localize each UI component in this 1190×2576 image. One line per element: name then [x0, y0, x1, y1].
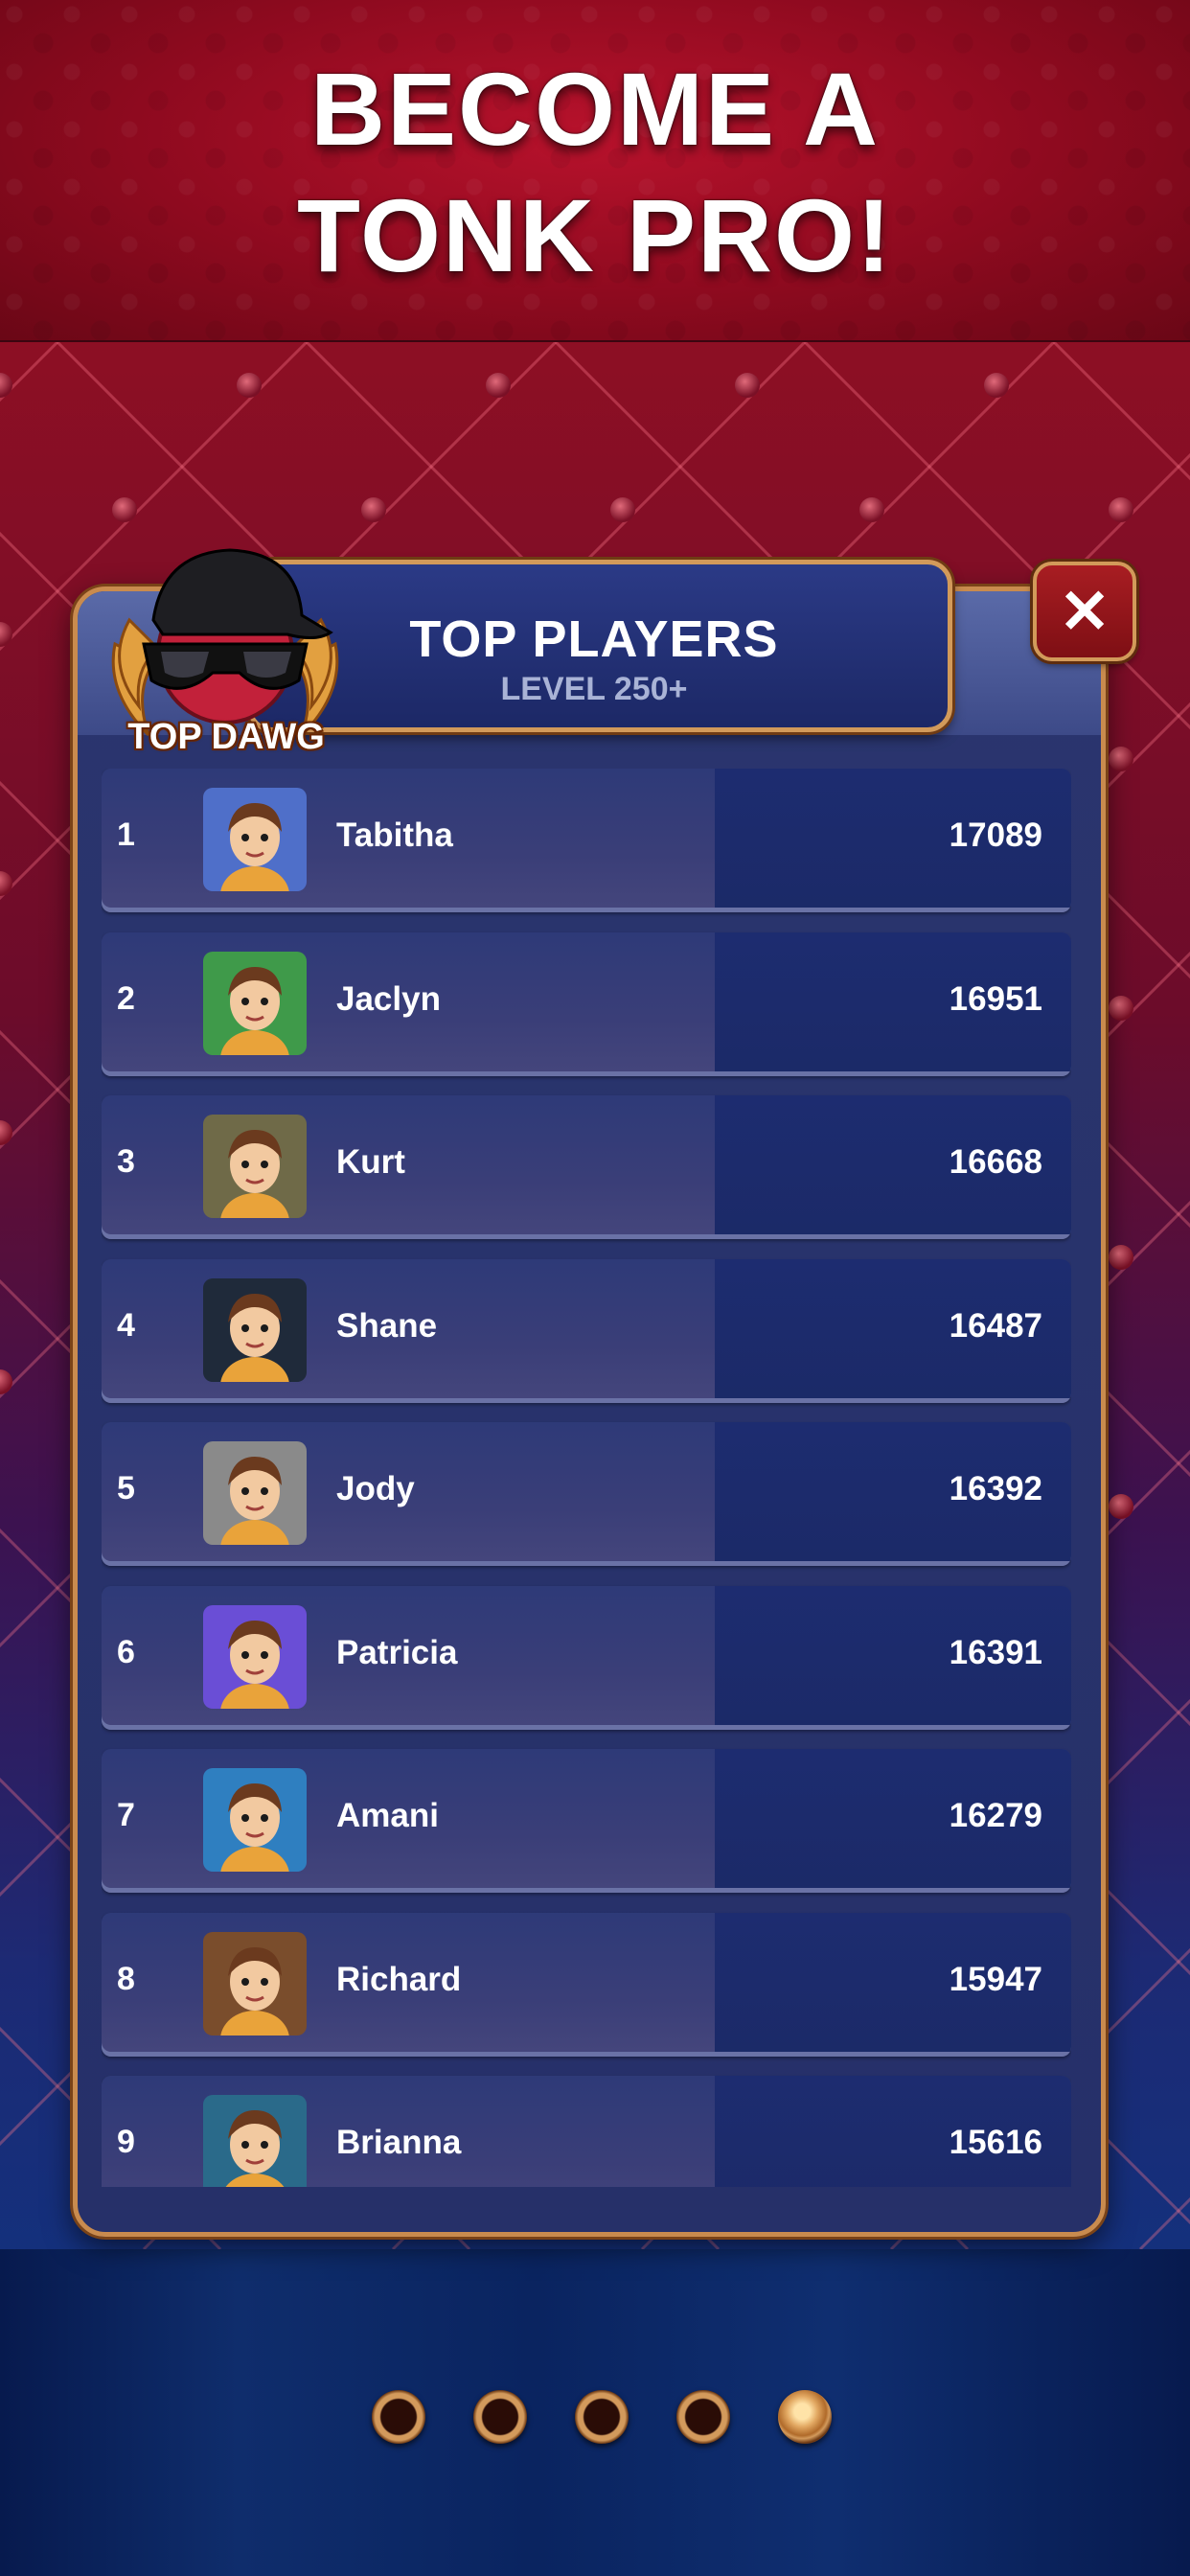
player-name: Jody	[336, 1470, 415, 1507]
page-dot[interactable]	[372, 2390, 425, 2444]
player-avatar[interactable]	[203, 1931, 307, 2036]
leaderboard-list[interactable]: 1 Tabitha 17089 2 Jaclyn 16951 3 Kurt 16668 4 Shan…	[102, 769, 1071, 2187]
promo-banner: BECOME A TONK PRO!	[0, 0, 1190, 342]
player-avatar[interactable]	[203, 2095, 307, 2187]
player-score: 16392	[949, 1470, 1042, 1507]
player-avatar[interactable]	[203, 1604, 307, 1709]
player-avatar[interactable]	[203, 1768, 307, 1872]
leaderboard-row[interactable]: 8 Richard 15947	[102, 1912, 1071, 2057]
player-rank: 3	[117, 1143, 135, 1180]
player-score: 15947	[949, 1960, 1042, 1998]
leaderboard-row[interactable]: 4 Shane 16487	[102, 1258, 1071, 1403]
leaderboard-row[interactable]: 7 Amani 16279	[102, 1749, 1071, 1893]
headline-line-1: BECOME A	[309, 51, 881, 167]
headline: BECOME A TONK PRO!	[0, 46, 1190, 299]
player-name: Patricia	[336, 1633, 458, 1671]
badge-label: TOP DAWG	[127, 717, 325, 757]
player-rank: 9	[117, 2124, 135, 2160]
leaderboard-row[interactable]: 5 Jody 16392	[102, 1422, 1071, 1566]
player-score: 16487	[949, 1306, 1042, 1345]
player-score: 16951	[949, 979, 1042, 1018]
player-avatar[interactable]	[203, 1115, 307, 1218]
player-score: 16391	[949, 1633, 1042, 1671]
player-name: Shane	[336, 1306, 438, 1345]
player-rank: 6	[117, 1633, 135, 1670]
player-avatar[interactable]	[203, 951, 307, 1055]
player-name: Kurt	[336, 1143, 405, 1181]
player-avatar[interactable]	[203, 1277, 307, 1382]
player-avatar[interactable]	[203, 1441, 307, 1545]
player-rank: 2	[117, 979, 135, 1017]
player-name: Brianna	[336, 2124, 462, 2161]
player-name: Richard	[336, 1960, 462, 1998]
page-dot[interactable]	[575, 2390, 629, 2444]
player-score: 16668	[949, 1143, 1042, 1181]
player-score: 17089	[949, 816, 1042, 854]
player-rank: 7	[117, 1797, 135, 1833]
player-rank: 4	[117, 1306, 135, 1344]
player-score: 16279	[949, 1797, 1042, 1834]
page-dot[interactable]	[473, 2390, 527, 2444]
pagination-dots	[372, 2390, 832, 2457]
player-score: 15616	[949, 2124, 1042, 2161]
leaderboard-row[interactable]: 1 Tabitha 17089	[102, 769, 1071, 912]
leaderboard-row[interactable]: 3 Kurt 16668	[102, 1095, 1071, 1239]
leaderboard-row[interactable]: 9 Brianna 15616	[102, 2076, 1071, 2187]
headline-line-2: TONK PRO!	[296, 177, 894, 293]
player-rank: 1	[117, 816, 135, 853]
player-name: Tabitha	[336, 816, 453, 854]
page-dot[interactable]	[778, 2390, 832, 2444]
player-rank: 8	[117, 1960, 135, 1997]
dialog-subtitle: LEVEL 250+	[500, 671, 688, 707]
close-button[interactable]: ✕	[1033, 562, 1136, 661]
player-name: Amani	[336, 1797, 439, 1834]
page-dot[interactable]	[676, 2390, 730, 2444]
leaderboard-row[interactable]: 6 Patricia 16391	[102, 1585, 1071, 1730]
dialog-title: TOP PLAYERS	[409, 610, 779, 668]
player-avatar[interactable]	[203, 788, 307, 891]
player-name: Jaclyn	[336, 979, 441, 1018]
close-icon: ✕	[1059, 577, 1110, 646]
player-rank: 5	[117, 1470, 135, 1506]
leaderboard-row[interactable]: 2 Jaclyn 16951	[102, 932, 1071, 1076]
